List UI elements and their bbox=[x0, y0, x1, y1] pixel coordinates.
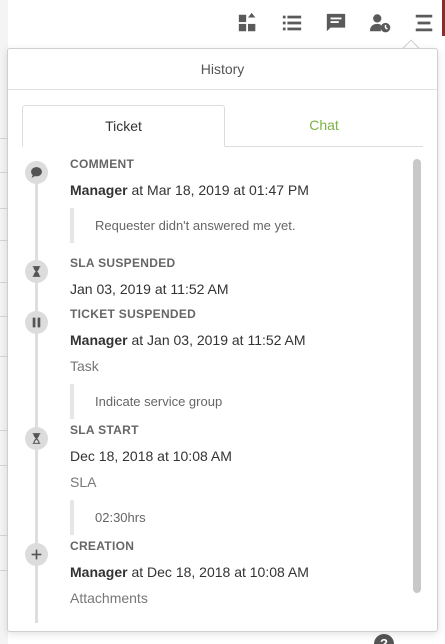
history-popover: History Ticket Chat COMMENT Manager at M… bbox=[7, 48, 438, 632]
plus-icon bbox=[25, 543, 48, 566]
hourglass-icon bbox=[25, 260, 48, 283]
tab-chat[interactable]: Chat bbox=[225, 105, 423, 146]
scrollbar[interactable] bbox=[413, 159, 421, 593]
event-meta: Manager at Jan 03, 2019 at 11:52 AM bbox=[70, 332, 405, 350]
event-field: Attachments bbox=[70, 590, 148, 606]
top-toolbar bbox=[226, 8, 445, 38]
list-button[interactable] bbox=[270, 8, 314, 38]
chat-icon bbox=[326, 13, 346, 32]
event-type: CREATION bbox=[70, 539, 135, 553]
history-tabs: Ticket Chat bbox=[22, 105, 423, 147]
event-field: Task bbox=[70, 358, 99, 374]
pause-icon bbox=[25, 311, 48, 334]
event-field: SLA bbox=[70, 474, 97, 490]
popover-title: History bbox=[8, 49, 437, 90]
help-icon[interactable]: ? bbox=[374, 634, 394, 644]
tab-ticket[interactable]: Ticket bbox=[22, 105, 225, 147]
event-time: Dec 18, 2018 at 10:08 AM bbox=[70, 448, 232, 464]
menu-icon bbox=[415, 14, 433, 32]
event-content: SLA SUSPENDED Jan 03, 2019 at 11:52 AM bbox=[70, 256, 405, 299]
event-meta: Manager at Mar 18, 2019 at 01:47 PM bbox=[70, 182, 405, 200]
event-time: at Dec 18, 2018 at 10:08 AM bbox=[127, 564, 309, 580]
list-icon bbox=[282, 15, 302, 31]
event-quote: Requester didn't answered me yet. bbox=[70, 208, 405, 243]
history-timeline[interactable]: COMMENT Manager at Mar 18, 2019 at 01:47… bbox=[22, 157, 423, 623]
user-clock-button[interactable] bbox=[358, 8, 402, 38]
event-content: COMMENT Manager at Mar 18, 2019 at 01:47… bbox=[70, 157, 405, 243]
event-time: at Jan 03, 2019 at 11:52 AM bbox=[127, 332, 306, 348]
chat-button[interactable] bbox=[314, 8, 358, 38]
hourglass-icon bbox=[25, 427, 48, 450]
event-type: SLA SUSPENDED bbox=[70, 256, 176, 270]
user-clock-icon bbox=[369, 14, 391, 33]
event-actor: Manager bbox=[70, 332, 128, 348]
event-actor: Manager bbox=[70, 564, 128, 580]
menu-button[interactable] bbox=[402, 8, 445, 38]
event-content: SLA START Dec 18, 2018 at 10:08 AM SLA 0… bbox=[70, 423, 405, 535]
dashboard-add-button[interactable] bbox=[226, 8, 270, 38]
event-time: at Mar 18, 2019 at 01:47 PM bbox=[127, 182, 309, 198]
event-quote: 02:30hrs bbox=[70, 500, 405, 535]
event-type: SLA START bbox=[70, 423, 139, 437]
event-content: CREATION Manager at Dec 18, 2018 at 10:0… bbox=[70, 539, 405, 608]
event-content: TICKET SUSPENDED Manager at Jan 03, 2019… bbox=[70, 307, 405, 419]
dashboard-add-icon bbox=[238, 12, 256, 32]
event-actor: Manager bbox=[70, 182, 128, 198]
event-meta: Manager at Dec 18, 2018 at 10:08 AM bbox=[70, 564, 405, 582]
event-time: Jan 03, 2019 at 11:52 AM bbox=[70, 281, 229, 297]
event-quote: Indicate service group bbox=[70, 384, 405, 419]
event-type: TICKET SUSPENDED bbox=[70, 307, 197, 321]
event-type: COMMENT bbox=[70, 157, 135, 171]
comment-icon bbox=[25, 161, 48, 184]
